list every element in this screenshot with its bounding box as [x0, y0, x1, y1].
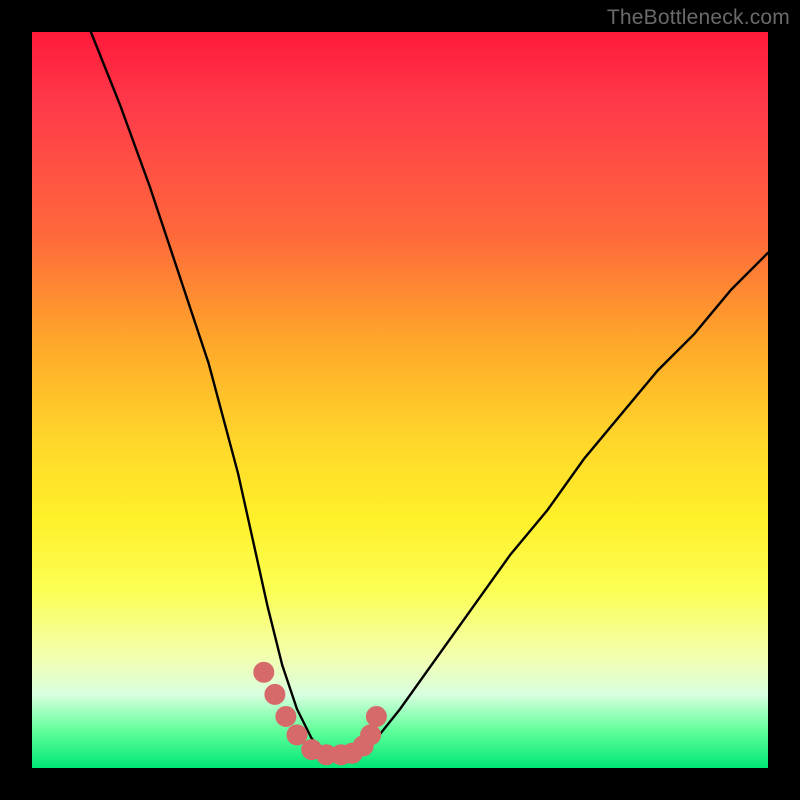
- highlighted-points: [254, 662, 387, 765]
- watermark-text: TheBottleneck.com: [607, 6, 790, 30]
- plot-area: [32, 32, 768, 768]
- chart-svg: [32, 32, 768, 768]
- bottleneck-curve: [91, 32, 768, 753]
- chart-frame: TheBottleneck.com: [0, 0, 800, 800]
